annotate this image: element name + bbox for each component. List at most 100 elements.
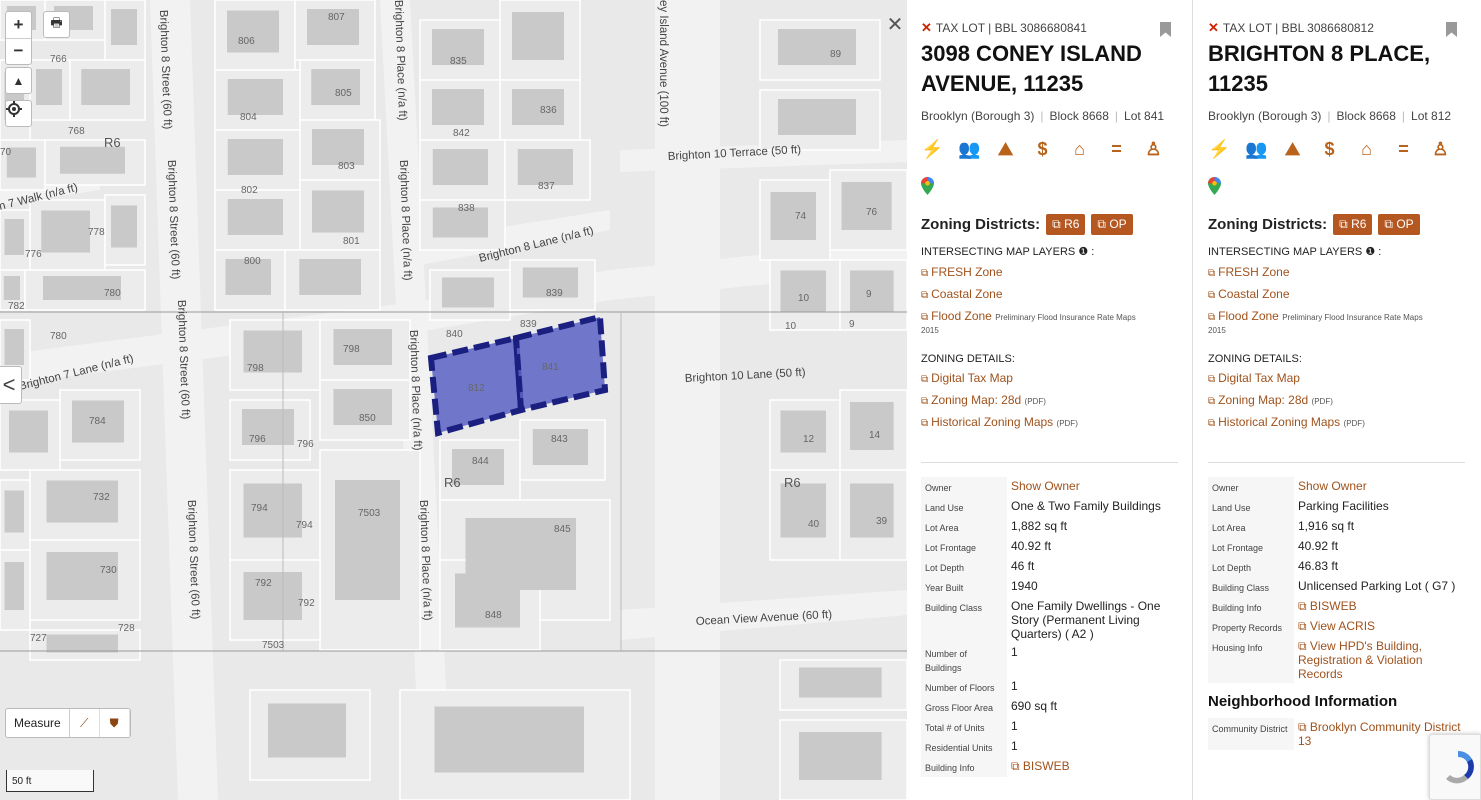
person-pin-icon[interactable]: ♙ <box>1143 139 1164 160</box>
link-text: Coastal Zone <box>931 287 1003 301</box>
lightning-icon[interactable]: ⚡ <box>1208 139 1230 160</box>
close-panel-icon[interactable]: ✕ <box>921 20 932 36</box>
zone-button-r6[interactable]: ⧉ R6 <box>1333 214 1373 235</box>
lot-number: 70 <box>0 147 12 158</box>
zone-button-op[interactable]: ⧉ OP <box>1378 214 1420 235</box>
house-people-icon[interactable]: ⌂ <box>1356 139 1377 160</box>
table-row: Owner Show Owner <box>921 477 1178 497</box>
zoom-out-button[interactable]: − <box>6 37 31 64</box>
locate-icon[interactable] <box>5 100 32 127</box>
digital-tax-map-link[interactable]: ⧉ Digital Tax Map <box>921 368 1192 390</box>
borough: Brooklyn (Borough 3) <box>1208 109 1322 123</box>
road-icon[interactable]: ⛰ <box>995 139 1016 160</box>
building-footprint <box>4 219 24 255</box>
row-value[interactable]: ⧉ BISWEB <box>1007 757 1178 777</box>
building-footprint <box>46 552 118 600</box>
table-row: Lot Depth 46 ft <box>921 557 1178 577</box>
row-key: Building Class <box>1208 577 1294 597</box>
building-footprint <box>312 129 364 165</box>
recaptcha-icon <box>1446 750 1474 784</box>
digital-tax-map-link[interactable]: ⧉ Digital Tax Map <box>1208 368 1481 390</box>
row-value: 1,916 sq ft <box>1298 519 1355 533</box>
row-key: Residential Units <box>921 737 1007 757</box>
row-key: Year Built <box>921 577 1007 597</box>
info-icon[interactable]: ❶ <box>1078 246 1088 258</box>
neighborhood-table: Community District ⧉ Brooklyn Community D… <box>1208 718 1465 750</box>
measure-line-icon[interactable]: ⟋ <box>70 709 100 737</box>
measure-label[interactable]: Measure <box>6 709 70 737</box>
row-key: Building Class <box>921 597 1007 643</box>
table-row: Owner Show Owner <box>1208 477 1465 497</box>
row-value: Parking Facilities <box>1298 499 1389 513</box>
building-footprint <box>780 483 826 538</box>
lot-number: 7503 <box>358 508 381 519</box>
print-icon[interactable]: 🖶 <box>43 11 70 38</box>
compass-icon[interactable]: ▲ <box>5 67 32 94</box>
recaptcha-badge[interactable] <box>1429 734 1481 800</box>
separator: | <box>1114 109 1119 123</box>
zoning-map-link[interactable]: ⧉ Zoning Map: 28d (PDF) <box>921 390 1192 412</box>
google-maps-pin-icon[interactable] <box>921 177 934 195</box>
lot-number: 784 <box>89 416 106 427</box>
row-value: One Family Dwellings - One Story (Perman… <box>1011 599 1161 641</box>
zoning-label: Zoning Districts: <box>1208 216 1328 233</box>
zone-button-r6[interactable]: ⧉ R6 <box>1046 214 1086 235</box>
lot-details-table: Owner Show Owner Land Use Parking Facilitie… <box>1208 477 1465 683</box>
equals-icon[interactable]: = <box>1106 139 1127 160</box>
row-value[interactable]: ⧉ View HPD's Building, Registration & Vi… <box>1294 637 1465 683</box>
external-link-icon: ⧉ <box>921 418 929 429</box>
google-maps-pin-icon[interactable] <box>1208 177 1221 195</box>
building-footprint <box>517 149 573 185</box>
house-people-icon[interactable]: ⌂ <box>1069 139 1090 160</box>
coastal-zone-link[interactable]: ⧉ Coastal Zone <box>921 284 1192 306</box>
panel-header: ✕ TAX LOT | BBL 3086680841 <box>921 18 1192 37</box>
lightning-icon[interactable]: ⚡ <box>921 139 943 160</box>
row-value: 1,882 sq ft <box>1011 519 1068 533</box>
flood-zone-link[interactable]: ⧉ Flood Zone Preliminary Flood Insurance … <box>1208 306 1481 328</box>
building-footprint <box>36 69 62 105</box>
historical-zoning-maps-link[interactable]: ⧉ Historical Zoning Maps (PDF) <box>921 412 1192 434</box>
selected-lot-841 <box>512 313 609 414</box>
building-footprint <box>850 483 894 538</box>
row-value[interactable]: Show Owner <box>1294 477 1465 497</box>
fresh-zone-link[interactable]: ⧉ FRESH Zone <box>921 262 1192 284</box>
building-footprint <box>227 199 283 235</box>
close-panel-icon[interactable]: ✕ <box>1208 20 1219 36</box>
coastal-zone-link[interactable]: ⧉ Coastal Zone <box>1208 284 1481 306</box>
collapse-panel-button[interactable]: < <box>0 366 22 404</box>
measure-area-icon[interactable]: ⛊ <box>100 709 130 737</box>
zoning-districts: Zoning Districts: ⧉ R6 ⧉ OP <box>921 214 1192 235</box>
separator: | <box>1401 109 1406 123</box>
row-value[interactable]: Show Owner <box>1007 477 1178 497</box>
people-icon[interactable]: 👥 <box>958 139 980 160</box>
table-row: Lot Frontage 40.92 ft <box>1208 537 1465 557</box>
lot-number: 7503 <box>262 640 285 651</box>
close-icon[interactable]: ✕ <box>885 14 905 36</box>
zoning-label: Zoning Districts: <box>921 216 1041 233</box>
row-value[interactable]: ⧉ View ACRIS <box>1294 617 1465 637</box>
link-text: Historical Zoning Maps <box>1218 415 1341 429</box>
map-canvas[interactable]: Brighton 8 Street (60 ft) Brighton 8 Stre… <box>0 0 907 800</box>
lot-number: 792 <box>255 578 272 589</box>
equals-icon[interactable]: = <box>1393 139 1414 160</box>
road-icon[interactable]: ⛰ <box>1282 139 1303 160</box>
zoom-in-button[interactable]: + <box>6 12 31 38</box>
historical-zoning-maps-link[interactable]: ⧉ Historical Zoning Maps (PDF) <box>1208 412 1481 434</box>
dollar-icon[interactable]: $ <box>1319 139 1340 160</box>
lot-number: 837 <box>538 181 555 192</box>
building-footprint <box>6 147 36 178</box>
lot-panel-2: ✕ TAX LOT | BBL 3086680812 BRIGHTON 8 PL… <box>1194 0 1481 800</box>
info-icon[interactable]: ❶ <box>1365 246 1375 258</box>
flood-zone-link[interactable]: ⧉ Flood Zone Preliminary Flood Insurance … <box>921 306 1192 328</box>
dollar-icon[interactable]: $ <box>1032 139 1053 160</box>
lot-number: 9 <box>849 319 855 330</box>
fresh-zone-link[interactable]: ⧉ FRESH Zone <box>1208 262 1481 284</box>
lot-number: 730 <box>100 565 117 576</box>
external-link-icon: ⧉ <box>1208 290 1216 301</box>
table-row: Number of Floors 1 <box>921 677 1178 697</box>
zoning-map-link[interactable]: ⧉ Zoning Map: 28d (PDF) <box>1208 390 1481 412</box>
row-value[interactable]: ⧉ BISWEB <box>1294 597 1465 617</box>
people-icon[interactable]: 👥 <box>1245 139 1267 160</box>
zone-button-op[interactable]: ⧉ OP <box>1091 214 1133 235</box>
person-pin-icon[interactable]: ♙ <box>1430 139 1451 160</box>
